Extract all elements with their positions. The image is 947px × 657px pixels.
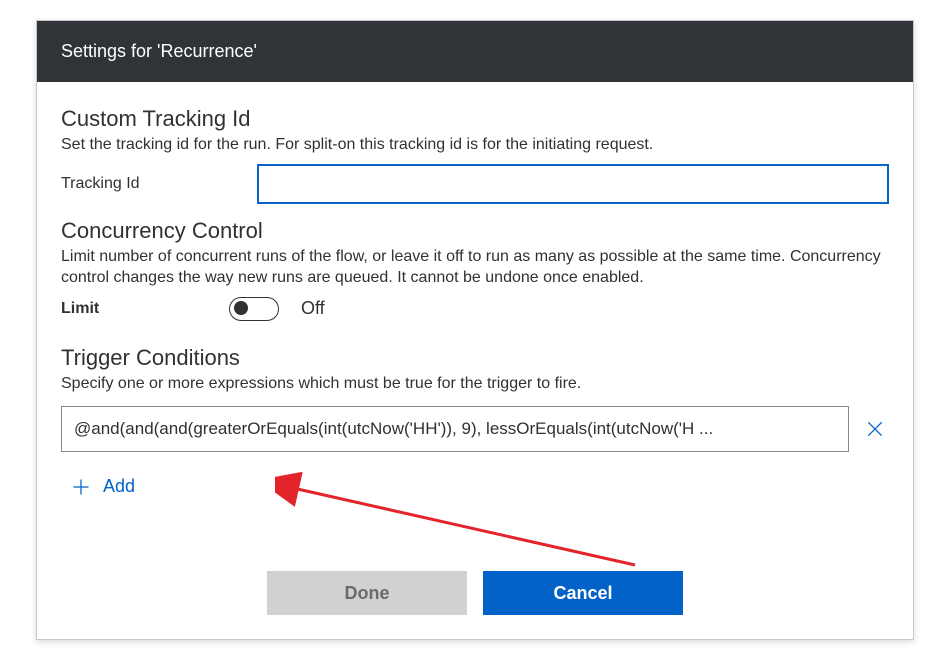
concurrency-limit-state: Off [301, 298, 325, 319]
cancel-button[interactable]: Cancel [483, 571, 683, 615]
tracking-id-desc: Set the tracking id for the run. For spl… [61, 134, 889, 156]
dialog-title: Settings for 'Recurrence' [61, 41, 257, 61]
toggle-knob [234, 301, 248, 315]
concurrency-section: Concurrency Control Limit number of conc… [61, 218, 889, 321]
settings-dialog: Settings for 'Recurrence' Custom Trackin… [36, 20, 914, 640]
done-button[interactable]: Done [267, 571, 467, 615]
add-condition-button[interactable]: Add [61, 472, 145, 501]
remove-condition-button[interactable] [861, 415, 889, 443]
dialog-header: Settings for 'Recurrence' [37, 21, 913, 82]
tracking-id-input[interactable] [257, 164, 889, 204]
concurrency-limit-label: Limit [61, 300, 217, 318]
condition-expression-input[interactable]: @and(and(and(greaterOrEquals(int(utcNow(… [61, 406, 849, 452]
concurrency-limit-toggle[interactable] [229, 297, 279, 321]
condition-row: @and(and(and(greaterOrEquals(int(utcNow(… [61, 406, 889, 452]
trigger-conditions-desc: Specify one or more expressions which mu… [61, 373, 889, 395]
close-icon [865, 419, 885, 439]
plus-icon [71, 477, 91, 497]
add-condition-label: Add [103, 476, 135, 497]
tracking-id-section: Custom Tracking Id Set the tracking id f… [61, 106, 889, 204]
dialog-body: Custom Tracking Id Set the tracking id f… [37, 82, 913, 553]
tracking-id-label: Tracking Id [61, 175, 241, 193]
trigger-conditions-section: Trigger Conditions Specify one or more e… [61, 345, 889, 502]
tracking-id-title: Custom Tracking Id [61, 106, 889, 132]
concurrency-desc: Limit number of concurrent runs of the f… [61, 246, 889, 289]
dialog-footer: Done Cancel [37, 553, 913, 639]
concurrency-title: Concurrency Control [61, 218, 889, 244]
trigger-conditions-title: Trigger Conditions [61, 345, 889, 371]
